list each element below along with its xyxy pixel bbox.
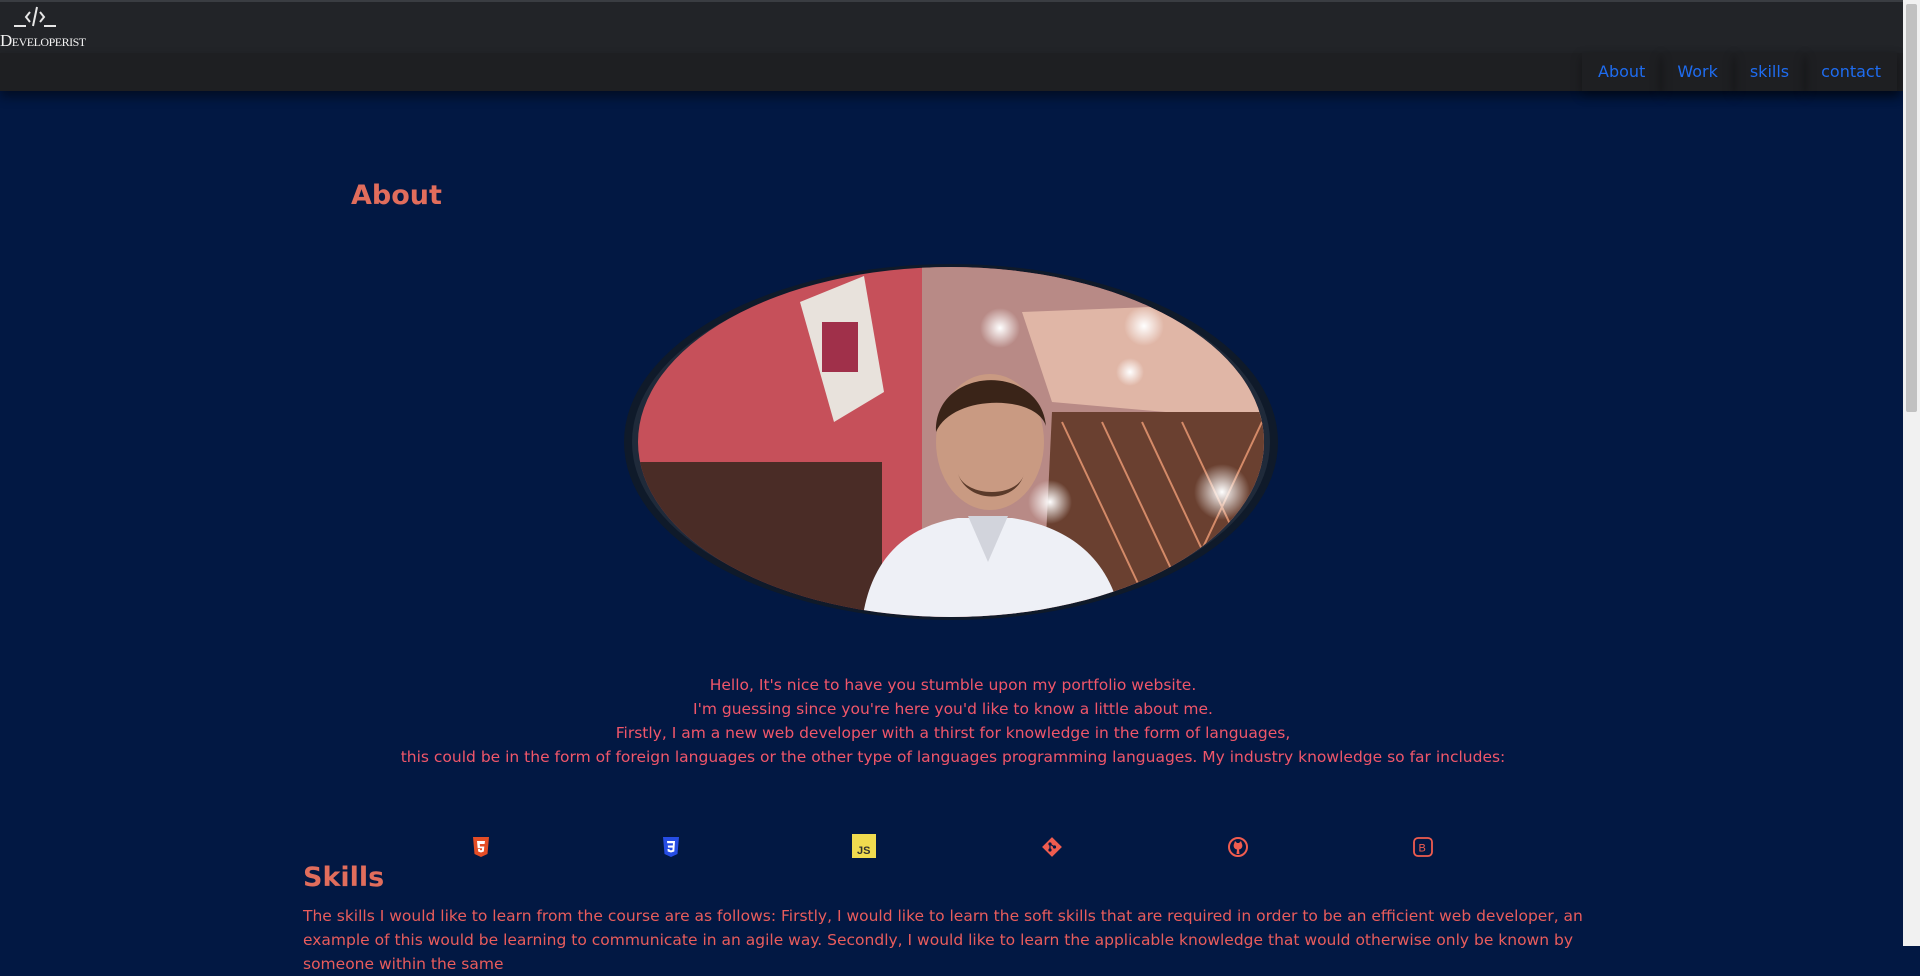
nav-link-skills[interactable]: skills [1734,53,1805,91]
site-logo[interactable]: Developerist [0,4,86,54]
nav-link-work[interactable]: Work [1661,53,1734,91]
about-description: Hello, It's nice to have you stumble upo… [303,673,1603,769]
scrollbar-thumb[interactable] [1906,4,1917,412]
nav-link-contact[interactable]: contact [1805,53,1897,91]
logo-text: Developerist [0,31,86,50]
html5-icon [473,837,489,857]
about-heading: About [351,180,442,211]
javascript-icon: JS [852,834,876,858]
navbar: About Work skills contact [0,53,1903,91]
github-icon [1228,837,1248,857]
nav-link-about[interactable]: About [1582,53,1661,91]
page-scrollbar[interactable] [1903,0,1920,946]
skills-heading: Skills [303,862,385,893]
about-line: Hello, It's nice to have you stumble upo… [709,676,1197,694]
top-header: Developerist [0,0,1903,53]
skills-description: The skills I would like to learn from th… [303,907,1583,973]
about-line: this could be in the form of foreign lan… [400,748,1506,766]
about-line: I'm guessing since you're here you'd lik… [693,700,1213,718]
css3-icon [663,837,679,857]
git-icon [1042,837,1062,857]
about-line: Firstly, I am a new web developer with a… [615,724,1291,742]
svg-text:JS: JS [857,845,870,857]
nav-links: About Work skills contact [1582,53,1897,91]
bootstrap-icon: B [1413,837,1433,857]
code-brackets-icon [14,6,56,27]
profile-photo [624,264,1278,620]
svg-text:B: B [1419,843,1426,855]
